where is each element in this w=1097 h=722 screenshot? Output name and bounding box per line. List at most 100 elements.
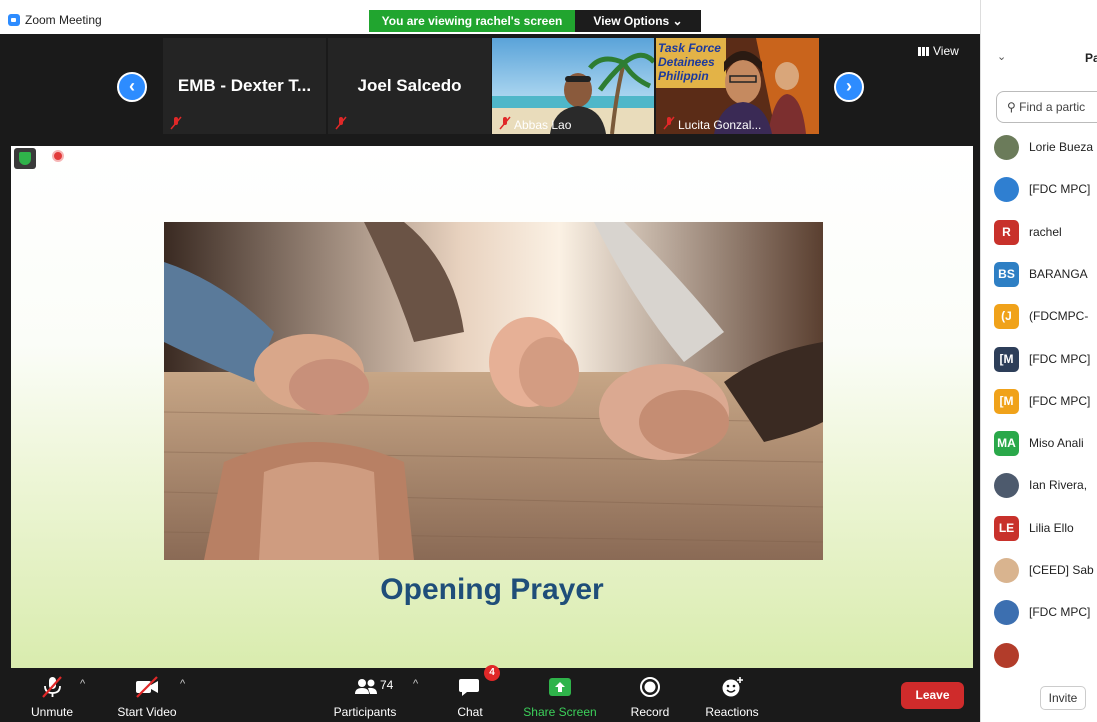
participant-name: rachel (1029, 225, 1062, 239)
meeting-toolbar: Unmute ^ Start Video ^ 74 Participants ^… (0, 665, 980, 722)
title-bar: Zoom Meeting You are viewing rachel's sc… (0, 0, 980, 34)
participants-panel: ⌄ Pa ⚲ Find a partic Lorie Bueza [FDC MPC… (980, 0, 1097, 722)
slide-title: Opening Prayer (380, 573, 604, 606)
participant-name: [FDC MPC] (1029, 605, 1091, 619)
share-screen-icon (549, 678, 571, 696)
avatar: [M (994, 388, 1019, 414)
shared-screen-area: Opening Prayer (0, 146, 980, 668)
participants-label: Participants (333, 705, 397, 719)
chat-unread-badge: 4 (484, 665, 500, 681)
start-video-label: Start Video (117, 705, 177, 719)
video-gallery-strip: ‹ EMB - Dexter T... Joel Salcedo Abbas L… (0, 34, 980, 146)
avatar: [M (994, 346, 1019, 372)
participant-name: Lorie Bueza (1029, 140, 1094, 154)
share-screen-button[interactable]: Share Screen (520, 668, 600, 722)
avatar: R (994, 219, 1019, 245)
view-label: View (933, 44, 959, 58)
participants-button[interactable]: 74 Participants (330, 668, 400, 722)
participant-list-item[interactable]: [M [FDC MPC] (994, 346, 1090, 372)
chevron-down-icon[interactable]: ⌄ (997, 50, 1006, 63)
participant-list-item[interactable]: [FDC MPC] (994, 599, 1090, 625)
participant-name: Ian Rivera, (1029, 478, 1088, 492)
viewing-screen-banner: You are viewing rachel's screen (369, 10, 575, 32)
participant-list-item[interactable]: BS BARANGA (994, 261, 1088, 287)
participant-name-large: Joel Salcedo (357, 76, 462, 95)
participant-name: Lilia Ello (1029, 521, 1074, 535)
record-label: Record (630, 705, 670, 719)
participant-list-item[interactable]: MA Miso Anali (994, 430, 1084, 456)
avatar (994, 134, 1019, 160)
participant-list-item[interactable]: Rrachel (994, 219, 1062, 245)
avatar (994, 472, 1019, 498)
participants-count: 74 (380, 678, 394, 692)
mic-muted-icon (663, 116, 675, 130)
reactions-label: Reactions (705, 705, 759, 719)
gallery-next-button[interactable]: › (834, 72, 864, 102)
participant-name: BARANGA (1029, 267, 1088, 281)
participant-list-item[interactable] (994, 642, 1029, 668)
record-icon (640, 677, 660, 697)
mic-muted-icon (42, 676, 62, 698)
avatar (994, 642, 1019, 668)
avatar: (J (994, 303, 1019, 329)
start-video-button[interactable]: Start Video (111, 668, 183, 722)
recording-indicator-icon (52, 150, 64, 162)
chat-label: Chat (457, 705, 483, 719)
avatar: BS (994, 261, 1019, 287)
participant-name: Lucita Gonzal... (678, 118, 762, 132)
participant-list-item[interactable]: Ian Rivera, (994, 472, 1087, 498)
participant-name: Abbas Lao (514, 118, 572, 132)
app-title: Zoom Meeting (8, 13, 102, 27)
video-tile[interactable]: Task Force Detainees Philippin Lucita Go… (656, 38, 819, 134)
praying-hands-image (164, 222, 823, 560)
participant-name: [FDC MPC] (1029, 394, 1091, 408)
unmute-label: Unmute (30, 705, 74, 719)
record-button[interactable]: Record (625, 668, 675, 722)
shared-slide: Opening Prayer (11, 146, 973, 668)
participant-name: [FDC MPC] (1029, 182, 1091, 196)
avatar (994, 599, 1019, 625)
mic-muted-icon (335, 116, 347, 130)
security-shield-icon[interactable] (14, 148, 36, 169)
invite-button[interactable]: Invite (1040, 686, 1086, 710)
gallery-prev-button[interactable]: ‹ (117, 72, 147, 102)
participant-list-item[interactable]: LE Lilia Ello (994, 515, 1074, 541)
view-layout-button[interactable]: View (918, 44, 959, 58)
participant-list-item[interactable]: Lorie Bueza (994, 134, 1093, 160)
search-placeholder: Find a partic (1019, 100, 1086, 114)
avatar: LE (994, 515, 1019, 541)
view-options-button[interactable]: View Options ⌄ (575, 10, 701, 32)
video-tile[interactable]: EMB - Dexter T... (163, 38, 326, 134)
audio-options-caret-icon[interactable]: ^ (80, 678, 85, 690)
video-off-icon (136, 676, 158, 698)
zoom-logo-icon (8, 14, 20, 26)
participant-list-item[interactable]: [CEED] Sab (994, 557, 1094, 583)
participant-search-input[interactable]: ⚲ Find a partic (996, 91, 1097, 123)
video-tile[interactable]: Abbas Lao (492, 38, 654, 134)
video-tile[interactable]: Joel Salcedo (328, 38, 491, 134)
chat-button[interactable]: 4 Chat (450, 665, 500, 722)
window-title: Zoom Meeting (25, 13, 102, 27)
participant-name-large: EMB - Dexter T... (177, 76, 312, 95)
participant-list-item[interactable]: (J (FDCMPC- (994, 303, 1088, 329)
leave-button[interactable]: Leave (901, 682, 964, 709)
avatar (994, 176, 1019, 202)
participant-name: [FDC MPC] (1029, 352, 1091, 366)
reactions-emoji-icon (722, 677, 743, 697)
video-options-caret-icon[interactable]: ^ (180, 678, 185, 690)
reactions-button[interactable]: Reactions (700, 668, 764, 722)
mic-muted-icon (499, 116, 511, 130)
banner-sign-text: Task Force Detainees Philippin (658, 41, 721, 83)
search-icon: ⚲ (1007, 100, 1016, 114)
mic-muted-icon (170, 116, 182, 130)
participant-name: (FDCMPC- (1029, 309, 1089, 323)
participant-list-item[interactable]: [M [FDC MPC] (994, 388, 1090, 414)
participant-list-item[interactable]: [FDC MPC] (994, 176, 1090, 202)
chat-icon (459, 679, 479, 696)
grid-icon (918, 46, 929, 56)
participant-name: [CEED] Sab (1029, 563, 1094, 577)
participants-options-caret-icon[interactable]: ^ (413, 678, 418, 690)
unmute-button[interactable]: Unmute (22, 668, 82, 722)
avatar: MA (994, 430, 1019, 456)
participants-icon (355, 679, 377, 694)
